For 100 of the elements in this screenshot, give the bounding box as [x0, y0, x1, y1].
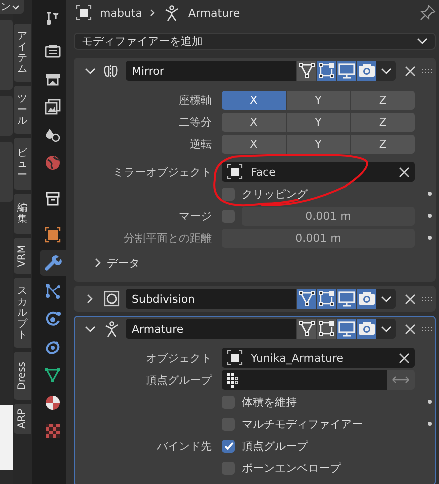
vertex-group-field[interactable] — [222, 370, 387, 390]
axis-toggle[interactable]: Z — [350, 112, 416, 132]
toggle-button[interactable] — [336, 319, 356, 339]
toggle-button[interactable] — [296, 319, 316, 339]
checkbox-label: クリッピング — [242, 186, 308, 202]
modifier-name-field[interactable]: Mirror — [126, 61, 296, 81]
toggle-button[interactable] — [316, 289, 336, 309]
toggle-button[interactable] — [296, 289, 316, 309]
vertex-group-icon — [227, 372, 239, 388]
viewport-menu-label: ン — [1, 1, 11, 14]
double-arrow-icon — [392, 375, 410, 385]
drag-handle-icon — [422, 326, 433, 332]
toggle-button[interactable] — [336, 289, 356, 309]
add-modifier-dropdown[interactable]: モディファイアーを追加 — [74, 33, 436, 50]
sphere-icon — [44, 394, 62, 412]
breadcrumb-chevron-icon — [150, 9, 156, 17]
box-icon — [44, 190, 62, 208]
checkmark-icon — [222, 440, 234, 452]
chevron-down-icon — [84, 326, 96, 332]
data-name-label: Armature — [188, 6, 240, 20]
property-label: 逆転 — [189, 136, 212, 152]
sidebar-tab[interactable]: ビュー — [14, 138, 31, 190]
axis-toggle[interactable]: Y — [286, 112, 350, 132]
sidebar-tab[interactable]: 編集 — [14, 194, 31, 234]
camera-icon — [358, 290, 376, 308]
axis-toggle[interactable]: Z — [350, 134, 416, 154]
close-icon — [404, 294, 416, 304]
chevron-right-icon — [87, 294, 93, 304]
property-label: 二等分 — [178, 114, 212, 130]
object-field[interactable]: Face — [222, 162, 415, 182]
toggle-button[interactable] — [296, 61, 316, 81]
axis-toggle[interactable]: Y — [286, 90, 350, 110]
sidebar-tab[interactable]: アイテム — [14, 24, 31, 82]
invert-button[interactable] — [387, 370, 415, 390]
monitor-icon — [338, 320, 356, 338]
object-field[interactable]: Yunika_Armature — [222, 348, 415, 368]
checkbox[interactable] — [222, 188, 235, 200]
modifier-name-field[interactable]: Armature — [126, 319, 296, 339]
square-vertices-icon — [318, 320, 336, 338]
chevron-down-icon — [380, 68, 392, 74]
modifier-menu-button[interactable] — [376, 289, 396, 309]
toggle-button[interactable] — [316, 319, 336, 339]
keyframe-dot[interactable] — [428, 422, 432, 426]
keyframe-dot[interactable] — [428, 236, 432, 240]
chevron-right-icon — [95, 258, 101, 268]
chevron-down-icon — [380, 326, 392, 332]
subpanel-header[interactable]: データ — [95, 256, 140, 270]
triangle-vertices-icon — [298, 62, 316, 80]
triangle-vertices-icon — [298, 290, 316, 308]
checkbox-label: 頂点グループ — [242, 438, 308, 454]
axis-toggle[interactable]: X — [222, 90, 286, 110]
object-square-icon — [227, 350, 243, 366]
checkbox-label: ボーンエンベロープ — [242, 460, 341, 476]
close-icon — [404, 66, 416, 76]
monitor-icon — [338, 62, 356, 80]
sidebar-tab[interactable]: ARP — [14, 404, 31, 434]
wrench-icon — [44, 254, 62, 272]
property-label: 座標軸 — [178, 92, 212, 108]
modifier-name-field[interactable]: Subdivision — [126, 289, 296, 309]
stick-figure-icon — [104, 320, 120, 338]
object-name: mabuta — [100, 6, 142, 20]
sidebar-tab[interactable]: スカルプト — [14, 278, 31, 348]
chevron-down-icon — [380, 296, 392, 302]
drag-handle-icon — [422, 68, 433, 74]
square-vertices-icon — [318, 290, 336, 308]
property-label: オブジェクト — [145, 350, 212, 366]
camera-icon — [358, 62, 376, 80]
axis-toggle[interactable]: Y — [286, 134, 350, 154]
sidebar-tab[interactable]: VRM — [14, 238, 31, 274]
keyframe-dot[interactable] — [428, 400, 432, 404]
axis-toggle[interactable]: X — [222, 134, 286, 154]
property-label: 分割平面との距離 — [123, 230, 212, 246]
modifier-menu-button[interactable] — [376, 61, 396, 81]
stick-figure-icon — [164, 4, 180, 22]
toggle-button[interactable] — [356, 319, 376, 339]
keyframe-dot[interactable] — [428, 192, 432, 196]
drag-handle-icon — [422, 296, 433, 302]
property-label: マージ — [178, 208, 212, 224]
property-label: ミラーオブジェクト — [112, 164, 212, 180]
globe-icon — [44, 154, 62, 172]
pin-icon — [420, 5, 436, 21]
circle-square-icon — [104, 290, 120, 308]
modifier-menu-button[interactable] — [376, 319, 396, 339]
image-stack-icon — [44, 98, 62, 116]
triangle-vertices-icon — [44, 366, 62, 384]
toggle-button[interactable] — [356, 61, 376, 81]
checker-icon — [44, 422, 62, 440]
viewport-mesh-shape — [0, 405, 13, 470]
viewport-menu[interactable]: ン — [0, 0, 24, 14]
toggle-button[interactable] — [356, 289, 376, 309]
sidebar-tab[interactable]: Dress — [14, 352, 31, 400]
axis-toggle[interactable]: Z — [350, 90, 416, 110]
sidebar-tab[interactable]: ツール — [14, 86, 31, 134]
axis-toggle[interactable]: X — [222, 112, 286, 132]
checkbox[interactable] — [222, 440, 235, 452]
object-square-icon — [76, 5, 92, 21]
toggle-button[interactable] — [336, 61, 356, 81]
checkbox-label: マルチモディファイアー — [242, 416, 363, 432]
keyframe-dot[interactable] — [428, 214, 432, 218]
toggle-button[interactable] — [316, 61, 336, 81]
